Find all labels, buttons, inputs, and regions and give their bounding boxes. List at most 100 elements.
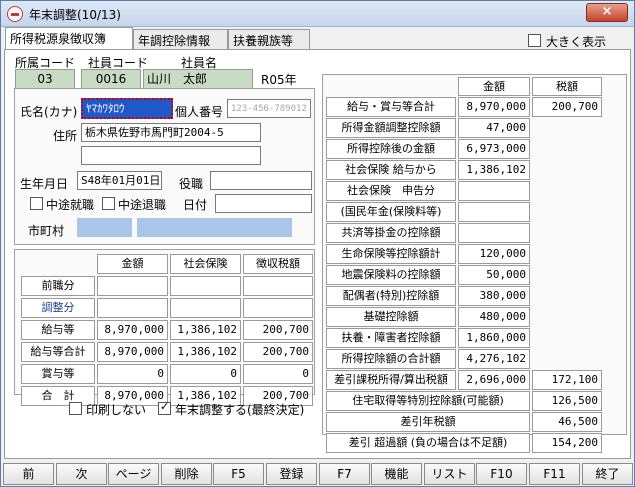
table-cell: 1,386,102: [170, 320, 241, 340]
function-key-button[interactable]: 機能: [371, 463, 422, 485]
date-label: 日付: [183, 198, 208, 212]
row-label[interactable]: 調整分: [21, 298, 95, 318]
table-cell: 200,700: [243, 342, 313, 362]
role-input[interactable]: [210, 171, 312, 190]
table-cell[interactable]: [170, 298, 241, 318]
window-title: 年末調整(10/13): [29, 8, 121, 22]
tab-panel: 所属コード 社員コード 社員名 03 0016 山川 太郎 R05年 氏名(カナ…: [4, 49, 631, 459]
deduction-row-label: 基礎控除額: [326, 307, 456, 327]
table-cell: 1,386,102: [170, 342, 241, 362]
kana-label: 氏名(カナ): [20, 105, 78, 119]
date-input[interactable]: [215, 194, 312, 213]
amount-cell: 6,973,000: [458, 139, 530, 159]
app-icon: [7, 6, 23, 22]
close-button[interactable]: ×: [586, 3, 628, 22]
birthdate-input[interactable]: S48年01月01日: [77, 171, 162, 190]
mynum-input[interactable]: 123-456-789012: [227, 99, 311, 118]
address-line1-input[interactable]: 栃木県佐野市馬門町2004-5: [81, 123, 261, 142]
amount-cell: 380,000: [458, 286, 530, 306]
table-cell[interactable]: [97, 298, 168, 318]
tab-withholding-ledger[interactable]: 所得税源泉徴収簿: [5, 27, 133, 51]
tab-dependents[interactable]: 扶養親族等: [228, 29, 310, 50]
deduction-row-label: 給与・賞与等合計: [326, 97, 456, 117]
table-cell: 200,700: [243, 320, 313, 340]
function-key-button[interactable]: F5: [213, 463, 264, 485]
city-code-field: [77, 218, 132, 237]
amount-cell[interactable]: [458, 181, 530, 201]
amount-cell: 1,386,102: [458, 160, 530, 180]
kana-input[interactable]: ﾔﾏｶﾜﾀﾛｳ: [81, 98, 173, 119]
mid-join-label: 中途就職: [46, 198, 95, 212]
deduction-row-label: 地震保険料の控除額: [326, 265, 456, 285]
deduction-row-label: 配偶者(特別)控除額: [326, 286, 456, 306]
col-header: 社会保険: [170, 254, 241, 274]
function-key-button[interactable]: F7: [319, 463, 370, 485]
tax-header: 税額: [532, 77, 602, 96]
amount-cell: 120,000: [458, 244, 530, 264]
main-window: 年末調整(10/13) × 所得税源泉徴収簿 年調控除情報 扶養親族等 大きく表…: [0, 0, 635, 487]
row-label: 前職分: [21, 276, 95, 296]
table-cell: 8,970,000: [97, 320, 168, 340]
function-key-button[interactable]: F11: [529, 463, 580, 485]
table-cell[interactable]: [243, 298, 313, 318]
row-label: 合 計: [21, 386, 95, 406]
excess-field: 154,200: [532, 433, 602, 453]
no-print-checkbox[interactable]: [69, 402, 82, 415]
function-key-button[interactable]: 登録: [266, 463, 317, 485]
function-key-button[interactable]: F10: [476, 463, 527, 485]
role-label: 役職: [179, 177, 204, 191]
function-key-button[interactable]: リスト: [424, 463, 475, 485]
city-label: 市町村: [28, 224, 65, 238]
table-cell[interactable]: [243, 276, 313, 296]
amount-cell: 2,696,000: [458, 370, 530, 390]
deduction-row-label: 差引課税所得/算出税額: [326, 370, 456, 390]
tab-deduction-info[interactable]: 年調控除情報: [133, 29, 228, 50]
function-key-button[interactable]: 削除: [161, 463, 212, 485]
title-bar: 年末調整(10/13) ×: [1, 1, 634, 27]
table-cell: 0: [97, 364, 168, 384]
large-display-label: 大きく表示: [546, 35, 607, 49]
large-display-checkbox[interactable]: [528, 34, 541, 47]
table-cell[interactable]: [97, 276, 168, 296]
amount-cell[interactable]: [458, 223, 530, 243]
tax-cell: 172,100: [532, 370, 602, 390]
function-key-button[interactable]: 終了: [582, 463, 633, 485]
deduction-row-label: 扶養・障害者控除額: [326, 328, 456, 348]
year-end-label: 年末調整する(最終決定): [175, 403, 305, 417]
row-label: 賞与等: [21, 364, 95, 384]
table-cell: 0: [243, 364, 313, 384]
table-cell[interactable]: [170, 276, 241, 296]
tax-cell: 200,700: [532, 97, 602, 117]
function-key-button[interactable]: ページ: [108, 463, 159, 485]
mid-leave-label: 中途退職: [118, 198, 167, 212]
housing-deduction-label: 住宅取得等特別控除額(可能額): [326, 391, 530, 411]
function-key-button[interactable]: 前: [3, 463, 54, 485]
birthdate-label: 生年月日: [20, 177, 69, 191]
address-line2-input[interactable]: [81, 146, 261, 165]
amount-cell[interactable]: [458, 202, 530, 222]
amount-cell: 47,000: [458, 118, 530, 138]
deduction-row-label: 所得控除後の金額: [326, 139, 456, 159]
function-key-button[interactable]: 次: [56, 463, 107, 485]
deduction-row-label: 所得金額調整控除額: [326, 118, 456, 138]
emp-code-field: 0016: [81, 69, 141, 89]
function-key-bar: 前次ページ 削除 F5 登録 F7 機能 リスト F10 F11 終了: [1, 463, 634, 486]
deduction-row-label: 所得控除額の合計額: [326, 349, 456, 369]
deduction-row-label: 社会保険 給与から: [326, 160, 456, 180]
amount-cell: 8,970,000: [458, 97, 530, 117]
mid-leave-checkbox[interactable]: [102, 197, 115, 210]
year-label: R05年: [261, 73, 297, 87]
year-end-checkbox[interactable]: [158, 400, 171, 415]
table-cell: 0: [170, 364, 241, 384]
deduction-row-label: 共済等掛金の控除額: [326, 223, 456, 243]
row-label: 給与等合計: [21, 342, 95, 362]
annual-tax-label: 差引年税額: [326, 412, 530, 432]
excess-label: 差引 超過額 (負の場合は不足額): [326, 433, 530, 453]
amount-cell: 4,276,102: [458, 349, 530, 369]
housing-deduction-input[interactable]: 126,500: [532, 391, 602, 411]
amount-cell: 1,860,000: [458, 328, 530, 348]
annual-tax-field: 46,500: [532, 412, 602, 432]
amount-header: 金額: [458, 77, 530, 96]
mid-join-checkbox[interactable]: [30, 197, 43, 210]
amount-cell: 50,000: [458, 265, 530, 285]
